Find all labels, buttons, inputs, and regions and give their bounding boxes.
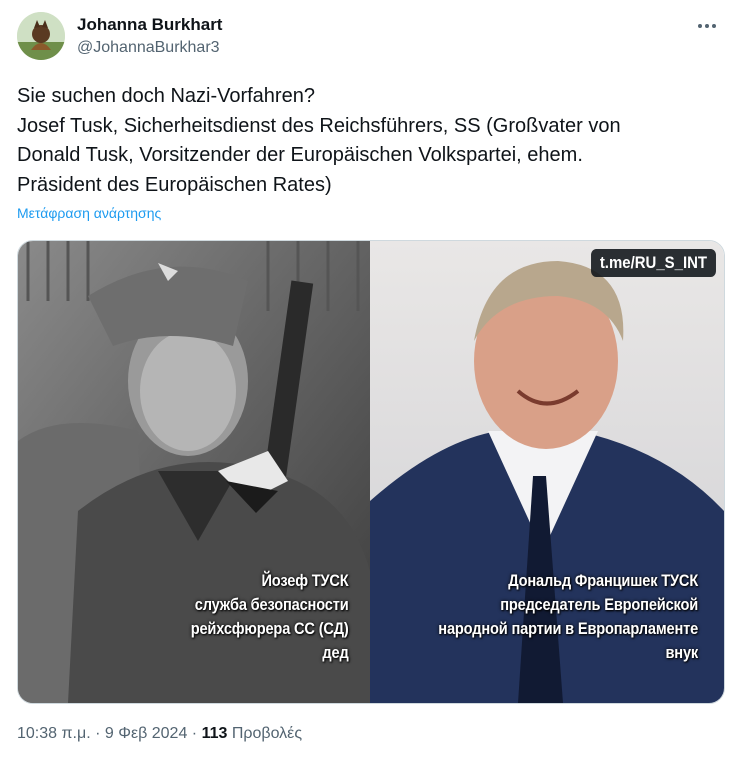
caption-line: рейхсфюрера СС (СД) (191, 619, 349, 638)
tweet-date[interactable]: 9 Φεβ 2024 (105, 725, 187, 742)
tweet-line: Sie suchen doch Nazi-Vorfahren? (17, 85, 315, 107)
caption-line: председатель Европейской (500, 595, 698, 614)
avatar[interactable] (17, 12, 65, 60)
caption-line: дед (322, 643, 349, 662)
tweet-header: Johanna Burkhart @JohannaBurkhar3 (17, 12, 727, 62)
translate-post-link[interactable]: Μετάφραση ανάρτησης (17, 205, 161, 221)
tweet-meta: 10:38 π.μ. · 9 Φεβ 2024 · 113 Προβολές (17, 725, 302, 743)
tweet-line: Präsident des Europäischen Rates) (17, 173, 332, 196)
meta-separator: · (187, 725, 202, 742)
author-handle[interactable]: @JohannaBurkhar3 (77, 39, 220, 57)
caption-line: внук (665, 643, 698, 662)
tweet-text: Sie suchen doch Nazi-Vorfahren? Josef Tu… (17, 82, 717, 200)
caption-line: Дональд Францишек ТУСК (508, 571, 698, 590)
views-label: Προβολές (231, 725, 303, 742)
meta-separator: · (90, 725, 105, 742)
caption-line: народной партии в Европарламенте (438, 619, 698, 638)
author-display-name[interactable]: Johanna Burkhart (77, 15, 222, 35)
tweet-media[interactable]: t.me/RU_S_INT Йозеф ТУСК служба безопасн… (17, 240, 725, 704)
left-caption: Йозеф ТУСК служба безопасности рейхсфюре… (191, 569, 349, 665)
views-count[interactable]: 113 (202, 725, 228, 742)
tweet-line: Josef Tusk, Sicherheitsdienst des Reichs… (17, 114, 621, 137)
media-watermark: t.me/RU_S_INT (591, 249, 716, 277)
caption-line: Йозеф ТУСК (261, 571, 349, 590)
more-options-icon[interactable] (693, 14, 721, 38)
right-caption: Дональд Францишек ТУСК председатель Евро… (438, 569, 698, 665)
caption-line: служба безопасности (195, 595, 349, 614)
tweet-line: Donald Tusk, Vorsitzender der Europäisch… (17, 144, 583, 166)
tweet-time[interactable]: 10:38 π.μ. (17, 725, 91, 742)
